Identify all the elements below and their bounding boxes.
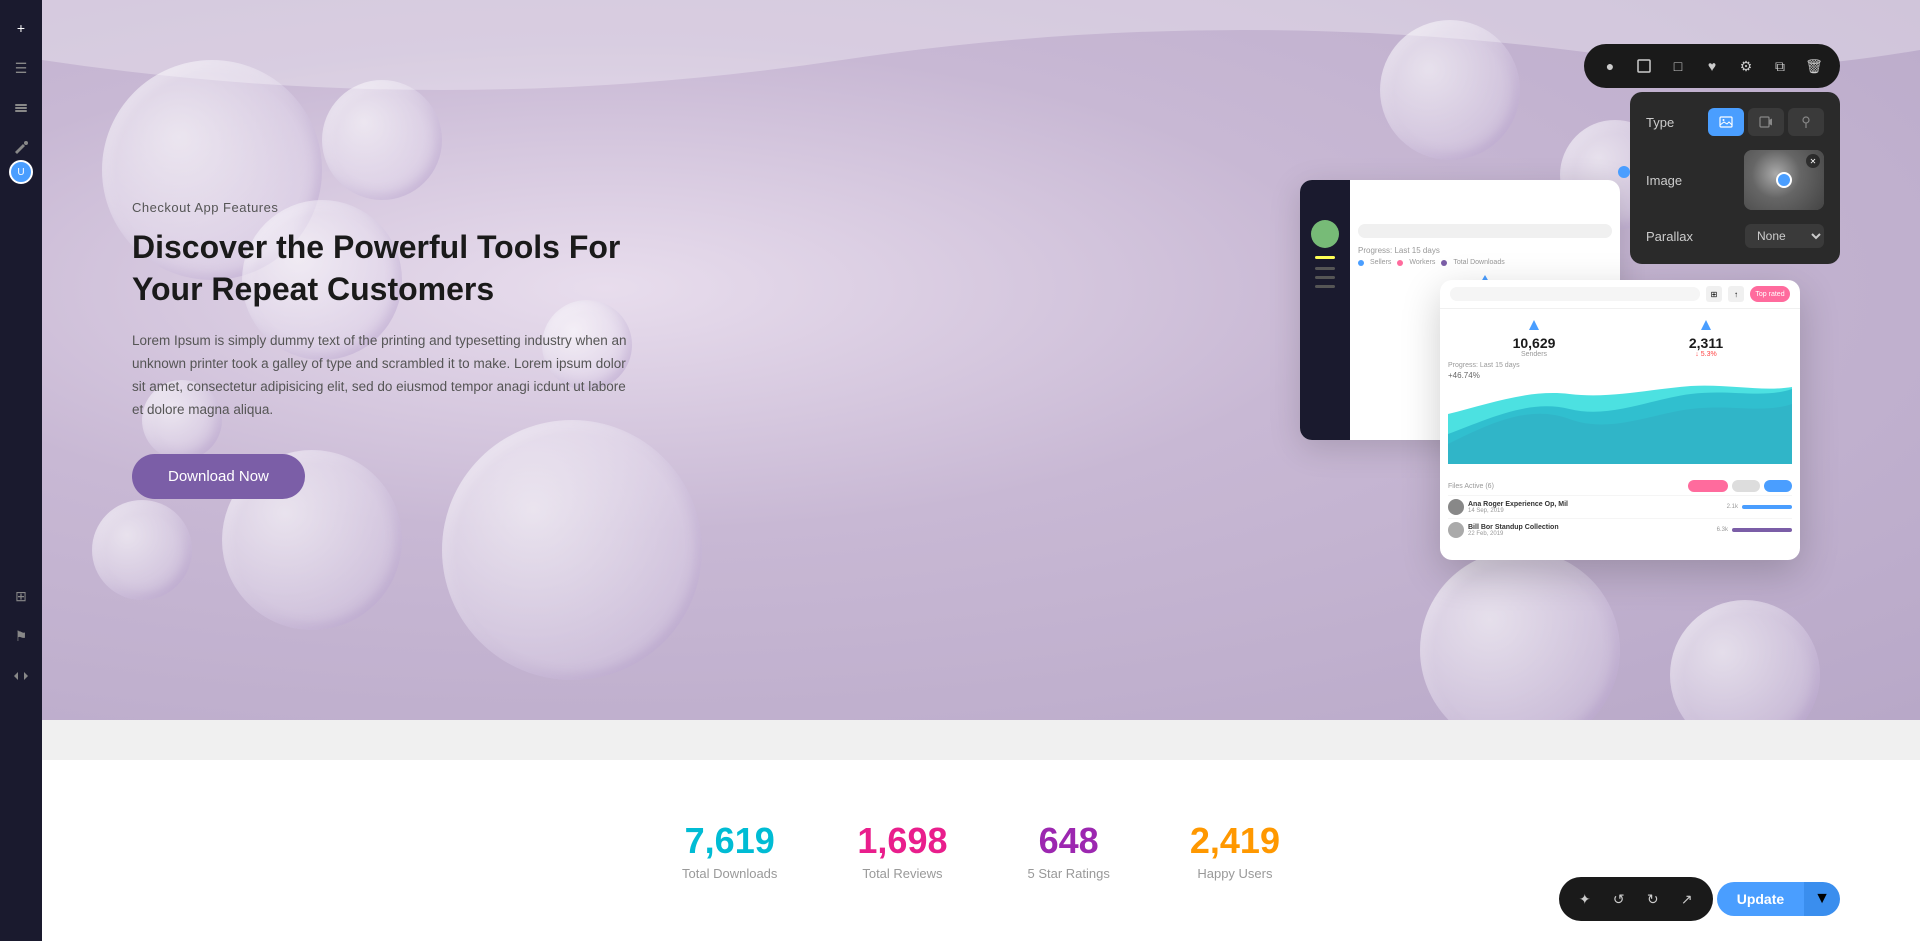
toolbar-heart-btn[interactable]: ♥: [1696, 50, 1728, 82]
hero-body: Lorem Ipsum is simply dummy text of the …: [132, 330, 632, 422]
undo-btn[interactable]: ↺: [1603, 883, 1635, 915]
mockup-chart-label: Progress: Last 15 days: [1358, 246, 1612, 255]
wand-btn[interactable]: ✦: [1569, 883, 1601, 915]
type-panel-label: Type: [1646, 115, 1674, 130]
bubble-6: [92, 500, 192, 600]
mockup-front-badge: Top rated: [1750, 286, 1790, 302]
mockup-front-header: ⊞ ↑ Top rated: [1440, 280, 1800, 309]
mockup-row-2: Bill Bor Standup Collection 22 Feb, 2019…: [1448, 518, 1792, 541]
parallax-select[interactable]: None Slow Medium Fast: [1745, 224, 1824, 248]
mockup-front-search: [1450, 287, 1700, 301]
chart-svg: [1448, 384, 1792, 464]
mockup-nav-item-4: [1315, 285, 1335, 288]
counter-ratings-label: 5 Star Ratings: [1028, 866, 1110, 881]
toolbar-copy-btn[interactable]: ⧉: [1764, 50, 1796, 82]
mockup-front-card: ⊞ ↑ Top rated 10,629 Senders 2,311 ↓ 5.3…: [1440, 280, 1800, 560]
toolbar-circle-btn[interactable]: ●: [1594, 50, 1626, 82]
redo-btn[interactable]: ↻: [1637, 883, 1669, 915]
mockup-table-header: Files Active (6): [1448, 480, 1792, 492]
hero-content: Checkout App Features Discover the Power…: [132, 200, 632, 499]
toolbar-crop-btn[interactable]: [1628, 50, 1660, 82]
toolbar-gear-btn[interactable]: ⚙: [1730, 50, 1762, 82]
type-video-btn[interactable]: [1748, 108, 1784, 136]
sidebar-plus-icon[interactable]: +: [5, 12, 37, 44]
toolbar-trash-btn[interactable]: 🗑: [1798, 50, 1830, 82]
bottom-bar-tools: ✦ ↺ ↻ ↗: [1559, 877, 1713, 921]
image-thumb-dot: [1776, 172, 1792, 188]
toolbar-square-btn[interactable]: □: [1662, 50, 1694, 82]
parallax-label: Parallax: [1646, 229, 1693, 244]
mockup-search-bar: [1358, 224, 1612, 238]
counter-reviews: 1,698 Total Reviews: [857, 820, 947, 881]
bottom-toolbar: ✦ ↺ ↻ ↗ Update ▼: [1559, 877, 1840, 921]
mockup-row-1: Ana Roger Experience Op, Mil 14 Sep, 201…: [1448, 495, 1792, 518]
mockup-front-stat-2: 2,311 ↓ 5.3%: [1620, 317, 1792, 358]
mockup-nav-item-3: [1315, 276, 1335, 279]
counter-ratings: 648 5 Star Ratings: [1028, 820, 1110, 881]
type-options: [1708, 108, 1824, 136]
left-sidebar: + ☰ ⊞ ⚑: [0, 0, 42, 941]
sidebar-grid-icon[interactable]: ⊞: [5, 580, 37, 612]
counter-downloads-label: Total Downloads: [682, 866, 777, 881]
external-btn[interactable]: ↗: [1671, 883, 1703, 915]
download-now-button[interactable]: Download Now: [132, 454, 305, 499]
counter-users-number: 2,419: [1190, 820, 1280, 862]
image-thumb-close[interactable]: ✕: [1806, 154, 1820, 168]
mockup-front-icon-1: ⊞: [1706, 286, 1722, 302]
type-panel-header: Type: [1646, 108, 1824, 136]
mockup-nav-item-2: [1315, 267, 1335, 270]
sidebar-flag-icon[interactable]: ⚑: [5, 620, 37, 652]
top-toolbar: ● □ ♥ ⚙ ⧉ 🗑: [1584, 44, 1840, 88]
image-preview-row: Image ✕: [1646, 150, 1824, 210]
counter-users: 2,419 Happy Users: [1190, 820, 1280, 881]
update-caret-btn[interactable]: ▼: [1804, 882, 1840, 916]
update-btn-group: Update ▼: [1717, 882, 1840, 916]
image-thumbnail[interactable]: ✕: [1744, 150, 1824, 210]
type-panel: Type Image ✕ Parallax None Slow Medium: [1630, 92, 1840, 264]
image-label: Image: [1646, 173, 1682, 188]
type-pin-btn[interactable]: [1788, 108, 1824, 136]
mockup-inner-sidebar: [1300, 180, 1350, 440]
mockup-avatar: [1311, 220, 1339, 248]
panel-connector-dot: [1618, 166, 1630, 178]
counter-users-label: Happy Users: [1190, 866, 1280, 881]
type-image-btn[interactable]: [1708, 108, 1744, 136]
sidebar-layers-icon[interactable]: [5, 92, 37, 124]
counter-reviews-label: Total Reviews: [857, 866, 947, 881]
mockup-front-chart: Progress: Last 15 days +46.74%: [1440, 358, 1800, 478]
counter-downloads: 7,619 Total Downloads: [682, 820, 777, 881]
mockup-front-icon-2: ↑: [1728, 286, 1744, 302]
sidebar-code-icon[interactable]: [5, 660, 37, 692]
counter-reviews-number: 1,698: [857, 820, 947, 862]
hero-subtitle: Checkout App Features: [132, 200, 632, 215]
parallax-row: Parallax None Slow Medium Fast: [1646, 224, 1824, 248]
sidebar-user-icon[interactable]: U: [0, 156, 42, 188]
update-button[interactable]: Update: [1717, 882, 1804, 916]
mockup-table: Files Active (6) Ana Roger Experience Op…: [1440, 478, 1800, 543]
hero-title: Discover the Powerful Tools For Your Rep…: [132, 227, 632, 310]
mockup-chart-legend: Sellers Workers Total Downloads: [1358, 259, 1612, 266]
counter-downloads-number: 7,619: [682, 820, 777, 862]
mockup-front-stats: 10,629 Senders 2,311 ↓ 5.3%: [1440, 309, 1800, 358]
mockup-nav-item-1: [1315, 256, 1335, 259]
mockup-front-stat-1: 10,629 Senders: [1448, 317, 1620, 358]
sidebar-menu-icon[interactable]: ☰: [5, 52, 37, 84]
counter-ratings-number: 648: [1028, 820, 1110, 862]
